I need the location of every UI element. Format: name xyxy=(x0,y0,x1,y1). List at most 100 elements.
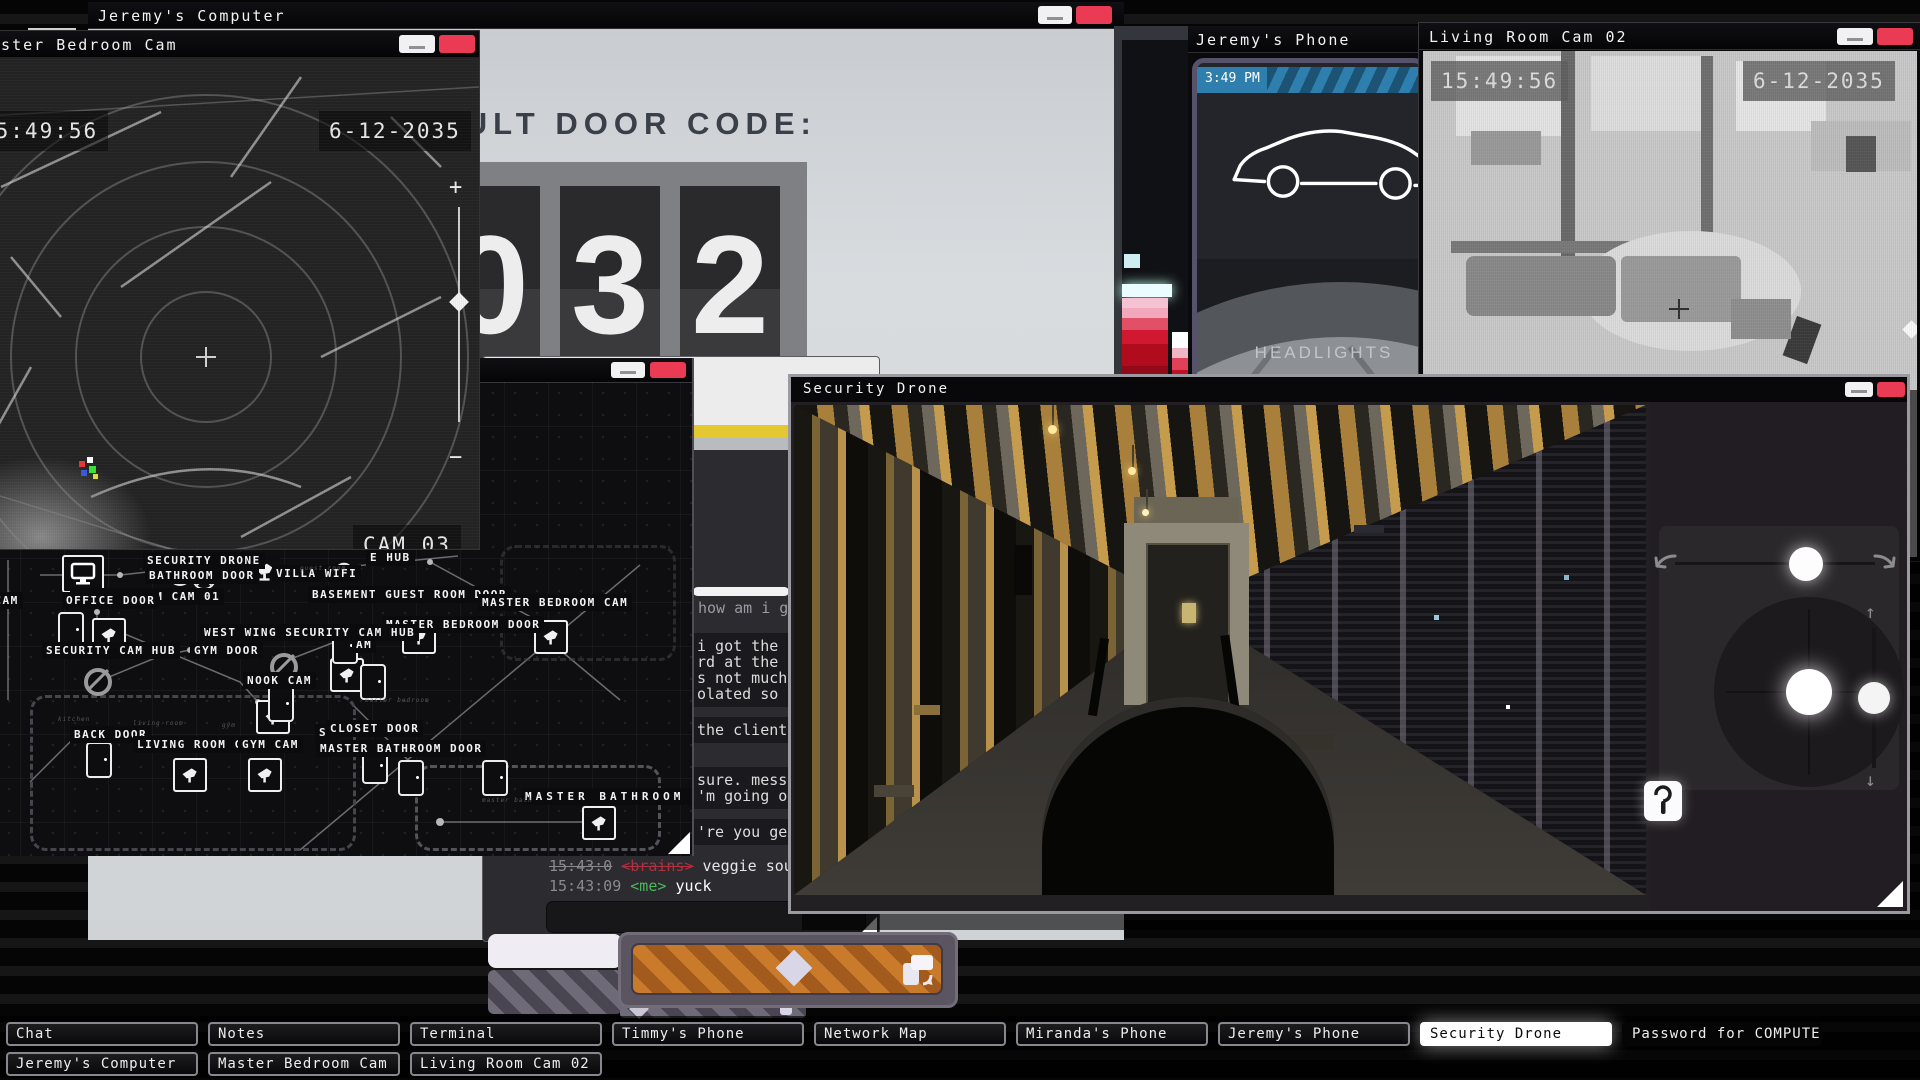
window-security-drone: Security Drone xyxy=(788,374,1910,914)
map-room-label: master bedroom xyxy=(365,697,430,704)
drone-titlebar[interactable]: Security Drone xyxy=(791,377,1907,402)
map-label: CLOSET DOOR xyxy=(326,720,423,737)
map-room-label: guest room xyxy=(300,565,346,572)
cam-zoom-in[interactable]: + xyxy=(449,175,462,200)
cam-date: 6-12-2035 xyxy=(319,111,471,151)
master-cam-title: Master Bedroom Cam xyxy=(0,36,178,54)
drone-title: Security Drone xyxy=(803,381,949,397)
taskbar-item-jeremys-computer[interactable]: Jeremy's Computer xyxy=(6,1052,198,1076)
master-cam-minimize-button[interactable] xyxy=(399,35,435,53)
chat-line-struck: 15:43:0 <brains> veggie soup xyxy=(549,857,802,875)
password-cracker-fragment xyxy=(488,934,622,968)
camera-node-icon[interactable] xyxy=(582,806,616,840)
jeremys-computer-close-button[interactable] xyxy=(1076,6,1112,24)
taskbar-item-password-for-computer[interactable]: Password for COMPUTER xyxy=(1622,1022,1822,1046)
vault-digit-reel[interactable]: 2 xyxy=(680,186,780,384)
camera-node-icon[interactable] xyxy=(173,758,207,792)
taskbar-item-timmys-phone[interactable]: Timmy's Phone xyxy=(612,1022,804,1046)
door-node-icon[interactable] xyxy=(86,742,112,778)
master-cam-floor-blob xyxy=(0,457,151,549)
hanging-lamp xyxy=(1132,445,1134,469)
chat-scrollbar[interactable] xyxy=(693,587,789,596)
door-node-icon[interactable] xyxy=(482,760,508,796)
taskbar-item-terminal[interactable]: Terminal xyxy=(410,1022,602,1046)
living-cam-title: Living Room Cam 02 xyxy=(1429,28,1628,46)
drone-resize-handle[interactable] xyxy=(1877,881,1903,907)
map-label: NOOK CAM xyxy=(243,672,316,689)
hanging-lamp xyxy=(1146,489,1148,511)
headlights-label[interactable]: HEADLIGHTS xyxy=(1239,343,1409,363)
phone-titlebar[interactable]: Jeremy's Phone xyxy=(1188,26,1428,53)
map-label: WEST WING SECURITY CAM HUB xyxy=(200,624,419,641)
phone-title: Jeremy's Phone xyxy=(1196,31,1350,49)
jeremys-computer-titlebar[interactable]: Jeremy's Computer xyxy=(88,2,1124,29)
rotate-right-arrow-icon[interactable] xyxy=(1871,548,1901,578)
hanging-lamp xyxy=(1052,405,1054,427)
map-room-label: gym xyxy=(222,722,236,729)
altitude-down-arrow-icon[interactable]: ↓ xyxy=(1865,770,1876,791)
taskbar-item-mirandas-phone[interactable]: Miranda's Phone xyxy=(1016,1022,1208,1046)
phone-status-bar: 3:49 PM xyxy=(1197,67,1421,93)
cam-timestamp: 15:49:56 xyxy=(1431,61,1568,101)
map-label: OFFICE DOOR xyxy=(62,592,159,609)
jeremys-computer-minimize-button[interactable] xyxy=(1038,6,1072,24)
living-cam-titlebar[interactable]: Living Room Cam 02 xyxy=(1419,23,1920,50)
taskbar-item-living-room-cam-02[interactable]: Living Room Cam 02 xyxy=(410,1052,602,1076)
map-label: BATHROOM DOOR xyxy=(145,567,259,584)
network-map-resize-handle[interactable] xyxy=(668,832,690,854)
rotate-track[interactable] xyxy=(1675,562,1875,565)
cam-zoom-track[interactable] xyxy=(458,207,460,422)
taskbar-item-jeremys-phone[interactable]: Jeremy's Phone xyxy=(1218,1022,1410,1046)
drone-close-button[interactable] xyxy=(1877,382,1905,397)
cam-zoom-out[interactable]: − xyxy=(449,445,462,470)
taskbar-item-network-map[interactable]: Network Map xyxy=(814,1022,1006,1046)
map-label: MASTER BEDROOM CAM xyxy=(478,594,632,611)
map-room-outline xyxy=(415,765,661,851)
door-node-icon[interactable] xyxy=(398,760,424,796)
claw-tool-button[interactable] xyxy=(1644,781,1682,821)
hazard-progress-dialog xyxy=(618,932,958,1008)
cam-crosshair xyxy=(196,347,216,367)
map-label: OM CAM xyxy=(0,592,23,609)
valve-node-icon[interactable] xyxy=(84,668,112,696)
altitude-up-arrow-icon[interactable]: ↑ xyxy=(1865,602,1876,623)
master-cam-close-button[interactable] xyxy=(439,35,475,53)
door-node-icon[interactable] xyxy=(268,686,294,722)
password-cracker-bar xyxy=(488,970,622,1014)
taskbar-item-chat[interactable]: Chat xyxy=(6,1022,198,1046)
map-label: MASTER BATHROOM CAM xyxy=(521,788,694,805)
master-cam-feed: 15:49:56 6-12-2035 CAM 03 + − xyxy=(0,57,479,549)
map-room-label: living room xyxy=(133,720,184,727)
drone-minimize-button[interactable] xyxy=(1845,382,1873,397)
joystick-knob[interactable] xyxy=(1786,669,1832,715)
copy-pages-icon[interactable] xyxy=(899,951,935,989)
taskbar-item-security-drone[interactable]: Security Drone xyxy=(1420,1022,1612,1046)
camera-node-icon[interactable] xyxy=(248,758,282,792)
living-cam-close-button[interactable] xyxy=(1877,28,1913,45)
hazard-progress-bar xyxy=(631,943,943,995)
taskbar-item-master-bedroom-cam[interactable]: Master Bedroom Cam xyxy=(208,1052,400,1076)
master-cam-titlebar[interactable]: Master Bedroom Cam xyxy=(0,31,479,58)
jeremys-computer-title: Jeremy's Computer xyxy=(98,7,286,25)
taskbar: Chat Notes Terminal Timmy's Phone Networ… xyxy=(0,1016,1920,1080)
hanging-lamp xyxy=(1142,509,1149,516)
vault-digit-reel[interactable]: 3 xyxy=(560,186,660,384)
cam-crosshair xyxy=(1669,299,1689,319)
living-cam-minimize-button[interactable] xyxy=(1837,28,1873,45)
cam-timestamp: 15:49:56 xyxy=(0,111,108,151)
intruder-glitch-marker xyxy=(79,457,105,483)
car-icon xyxy=(1231,117,1426,203)
drone-content: ↑ ↓ xyxy=(791,402,1907,911)
drone-camera-view xyxy=(794,405,1646,895)
chat-line-me: 15:43:09 <me> yuck xyxy=(549,877,712,895)
rotate-knob[interactable] xyxy=(1789,547,1823,581)
map-label: E HUB xyxy=(366,549,415,566)
altitude-knob[interactable] xyxy=(1858,682,1890,714)
door-node-icon[interactable] xyxy=(360,664,386,700)
progress-marker-diamond[interactable] xyxy=(776,950,813,987)
cam-id-label: CAM 03 xyxy=(353,525,461,549)
taskbar-item-notes[interactable]: Notes xyxy=(208,1022,400,1046)
cam-date: 6-12-2035 xyxy=(1743,61,1895,101)
cam-zoom-handle[interactable] xyxy=(1902,320,1917,338)
map-label: GYM CAM xyxy=(238,736,303,753)
